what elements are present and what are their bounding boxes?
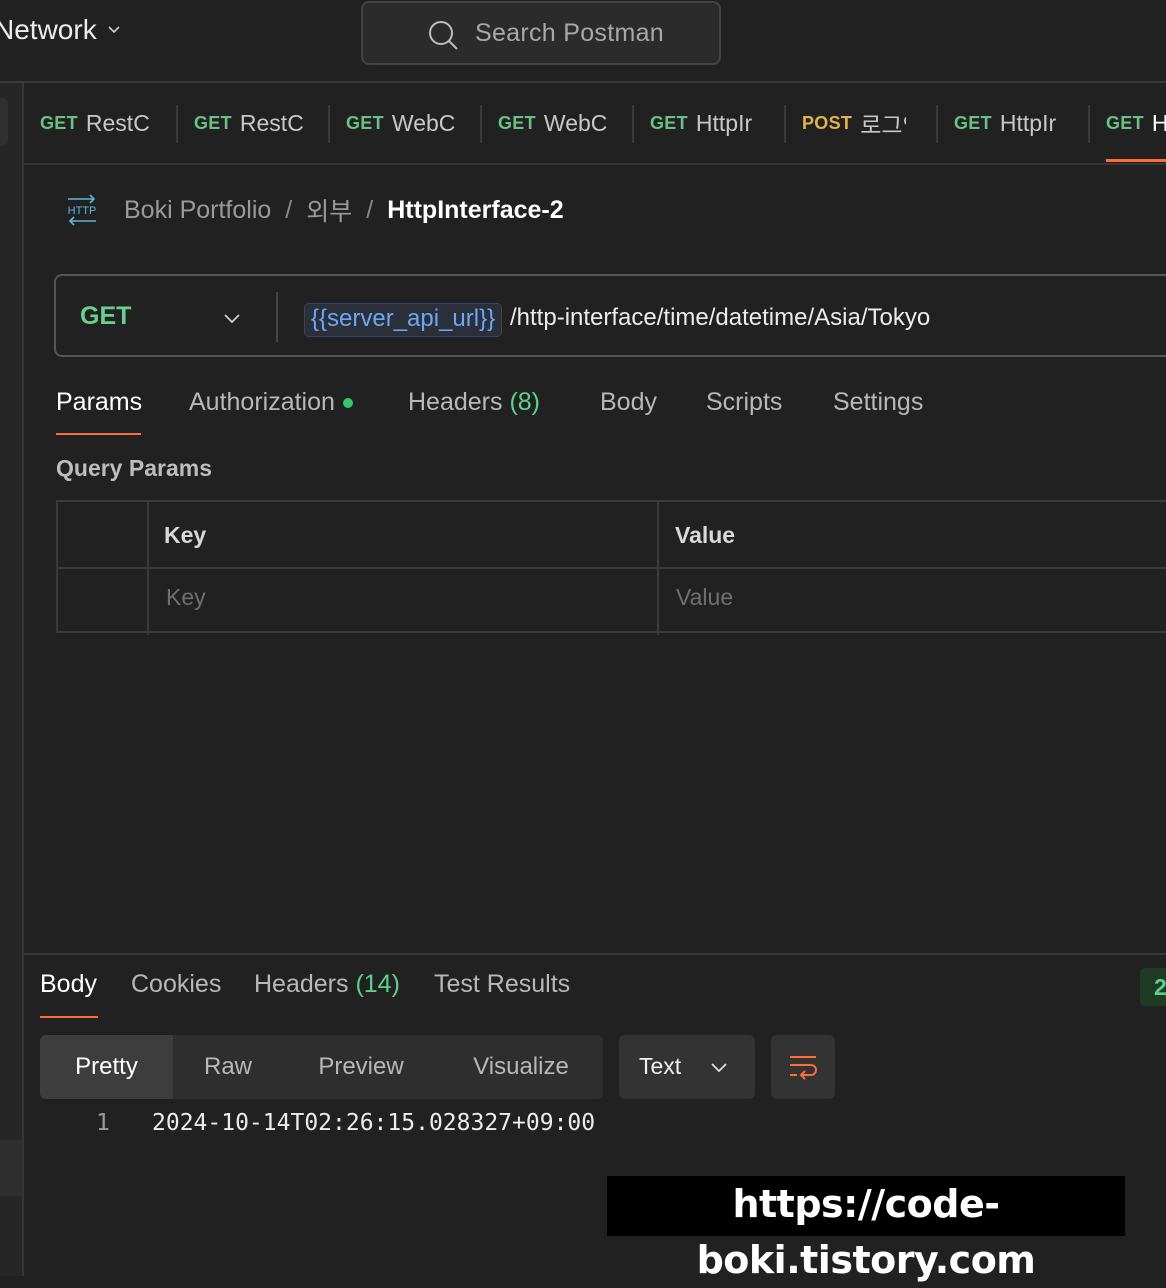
request-tab[interactable]: GET HttpIr: [954, 83, 1084, 163]
wrap-lines-button[interactable]: [771, 1035, 835, 1099]
tab-authorization-label: Authorization: [189, 388, 335, 416]
chevron-down-icon: [711, 1063, 727, 1073]
params-table: Key Value Key Value: [56, 500, 1166, 635]
search-input[interactable]: Search Postman: [361, 1, 721, 65]
tab-divider: [328, 105, 330, 143]
response-headers-count: (14): [355, 970, 400, 998]
method-badge: GET: [498, 112, 536, 133]
response-type-select[interactable]: Text: [619, 1035, 755, 1099]
breadcrumb: HTTP Boki Portfolio / 외부 / HttpInterface…: [64, 192, 564, 228]
request-tab[interactable]: GET RestC: [194, 83, 324, 163]
pretty-button[interactable]: Pretty: [40, 1035, 173, 1099]
headers-count: (8): [509, 388, 541, 416]
search-icon: [429, 21, 458, 50]
line-number: 1: [96, 1110, 110, 1136]
chevron-down-icon: [108, 26, 120, 34]
request-tab[interactable]: GET WebC: [346, 83, 476, 163]
chevron-down-icon[interactable]: [222, 308, 242, 328]
method-select[interactable]: GET: [80, 302, 131, 331]
visualize-button[interactable]: Visualize: [439, 1035, 603, 1099]
response-divider[interactable]: [24, 953, 1166, 955]
preview-button[interactable]: Preview: [283, 1035, 439, 1099]
tab-label: HttpIr: [695, 109, 753, 136]
request-tab[interactable]: GET HttpIr: [650, 83, 780, 163]
url-divider: [276, 292, 278, 342]
query-params-title: Query Params: [56, 455, 212, 481]
tab-cookies[interactable]: Cookies: [131, 970, 221, 999]
method-badge: GET: [954, 112, 992, 133]
tab-divider: [784, 105, 786, 143]
tab-headers[interactable]: Headers (8): [408, 388, 540, 417]
request-name[interactable]: HttpInterface-2: [387, 196, 563, 225]
active-tab-indicator: [40, 1016, 98, 1018]
tab-test-results[interactable]: Test Results: [434, 970, 570, 999]
status-badge: 2: [1140, 968, 1166, 1006]
breadcrumb-folder[interactable]: 외부: [306, 192, 352, 228]
tab-authorization[interactable]: Authorization: [189, 388, 353, 417]
tab-divider: [632, 105, 634, 143]
value-input[interactable]: Value: [676, 584, 733, 611]
tab-response-headers[interactable]: Headers (14): [254, 970, 400, 999]
tab-label: 로그인: [860, 112, 906, 138]
column-header-key: Key: [164, 522, 207, 548]
tab-label: HttpIr: [999, 109, 1057, 136]
tab-body[interactable]: Body: [600, 388, 657, 417]
tab-divider: [176, 105, 178, 143]
breadcrumb-separator: /: [285, 195, 293, 224]
watermark: https://code-boki.tistory.com: [607, 1176, 1125, 1282]
active-tab-indicator: [1106, 159, 1166, 162]
http-icon-label: HTTP: [68, 205, 97, 217]
breadcrumb-collection[interactable]: Boki Portfolio: [124, 196, 271, 225]
request-tabs-bar: GET RestC GET RestC GET WebC GET WebC GET Htt…: [24, 83, 1166, 165]
url-bar: GET {{server_api_url}} /http-interface/t…: [54, 274, 1166, 357]
tab-response-body[interactable]: Body: [40, 970, 97, 999]
tab-response-headers-label: Headers: [254, 970, 349, 998]
sidebar-bottom-item[interactable]: [0, 1140, 22, 1196]
method-badge: GET: [346, 112, 384, 133]
request-tab[interactable]: POST 로그인: [802, 83, 906, 163]
tab-divider: [480, 105, 482, 143]
breadcrumb-separator: /: [366, 195, 374, 224]
tab-divider: [1088, 105, 1090, 143]
table-divider: [58, 567, 1166, 569]
tab-settings[interactable]: Settings: [833, 388, 923, 417]
method-badge: GET: [194, 112, 232, 133]
active-tab-indicator: [56, 433, 141, 435]
method-badge: GET: [40, 112, 78, 133]
wrap-lines-icon: [790, 1056, 817, 1080]
tab-label: H: [1151, 109, 1166, 136]
http-request-icon: HTTP: [68, 194, 97, 226]
response-view-mode: Pretty Raw Preview Visualize: [40, 1035, 603, 1099]
sidebar: [0, 83, 24, 1276]
response-type-label: Text: [639, 1053, 682, 1079]
method-badge: GET: [1106, 112, 1144, 133]
tab-label: WebC: [391, 109, 456, 136]
tab-headers-label: Headers: [408, 388, 503, 416]
workspace-label: Network: [0, 14, 97, 45]
tab-label: RestC: [239, 109, 304, 136]
search-placeholder: Search Postman: [475, 19, 665, 47]
workspace-switcher[interactable]: Network: [0, 14, 121, 46]
status-dot-icon: [342, 398, 353, 409]
tab-label: RestC: [85, 109, 150, 136]
sidebar-selected-item[interactable]: [0, 98, 8, 146]
url-input[interactable]: /http-interface/time/datetime/Asia/Tokyo: [510, 303, 930, 333]
url-variable[interactable]: {{server_api_url}}: [304, 303, 503, 337]
request-tab[interactable]: GET RestC: [40, 83, 170, 163]
tab-label: WebC: [543, 109, 608, 136]
tab-scripts[interactable]: Scripts: [706, 388, 782, 417]
method-badge: GET: [650, 112, 688, 133]
request-tab[interactable]: GET WebC: [498, 83, 628, 163]
method-badge: POST: [802, 112, 853, 133]
key-input[interactable]: Key: [166, 584, 206, 611]
request-tab-active[interactable]: GET H: [1106, 83, 1166, 163]
tab-params[interactable]: Params: [56, 388, 142, 417]
raw-button[interactable]: Raw: [173, 1035, 283, 1099]
column-header-value: Value: [675, 522, 736, 548]
code-line: 2024-10-14T02:26:15.028327+09:00: [152, 1110, 596, 1136]
tab-divider: [936, 105, 938, 143]
